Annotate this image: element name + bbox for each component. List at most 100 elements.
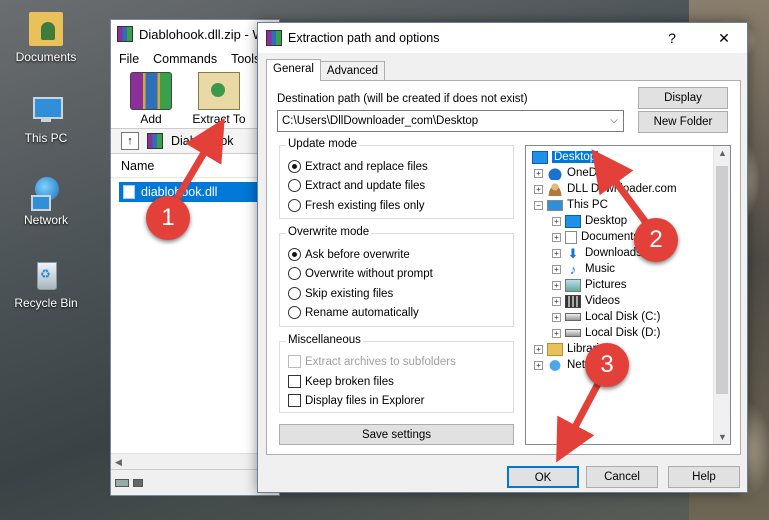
chevron-down-icon[interactable]: ⌵ xyxy=(605,111,623,131)
expand-icon[interactable]: + xyxy=(552,328,561,338)
cancel-button[interactable]: Cancel xyxy=(586,466,658,488)
tab-general[interactable]: General xyxy=(266,59,321,81)
tree-node-this-pc[interactable]: − This PC xyxy=(534,197,608,213)
desktop-icon-network[interactable]: Network xyxy=(8,175,84,227)
radio-selected-icon xyxy=(288,160,301,173)
winrar-pathbar: ↑ Diablohook xyxy=(111,128,279,154)
option-label: Skip existing files xyxy=(305,287,394,300)
menu-tools[interactable]: Tools xyxy=(231,52,260,66)
drive-icon xyxy=(115,478,129,487)
tree-node-desktop-root[interactable]: Desktop xyxy=(532,149,599,165)
step-badge-3: 3 xyxy=(585,343,629,387)
desktop-icon-label: Recycle Bin xyxy=(14,296,78,310)
radio-skip-existing[interactable]: Skip existing files xyxy=(288,287,393,300)
tree-node-videos[interactable]: + Videos xyxy=(552,293,620,309)
expand-icon[interactable]: + xyxy=(552,312,561,322)
display-button[interactable]: Display xyxy=(638,87,728,109)
update-mode-group: Update mode Extract and replace files Ex… xyxy=(279,138,514,219)
tab-advanced[interactable]: Advanced xyxy=(319,61,386,81)
ok-button[interactable]: OK xyxy=(507,466,579,488)
file-row-selected[interactable]: diablohook.dll xyxy=(119,182,279,202)
column-header-name[interactable]: Name xyxy=(111,154,279,178)
winrar-window[interactable]: Diablohook.dll.zip - W File Commands Too… xyxy=(110,19,280,496)
desktop-icon-label: Network xyxy=(23,213,68,227)
option-label: Rename automatically xyxy=(305,306,419,319)
checkbox-keep-broken[interactable]: Keep broken files xyxy=(288,375,394,388)
downloads-arrow-icon: ⬇ xyxy=(567,245,579,261)
menu-commands[interactable]: Commands xyxy=(153,52,217,66)
scroll-down-icon[interactable]: ▼ xyxy=(714,432,730,442)
collapse-icon[interactable]: − xyxy=(534,200,543,210)
tree-node-label: Local Disk (C:) xyxy=(585,311,661,323)
radio-icon xyxy=(288,267,301,280)
expand-icon[interactable]: + xyxy=(534,168,543,178)
radio-overwrite-without-prompt[interactable]: Overwrite without prompt xyxy=(288,267,433,280)
expand-icon[interactable]: + xyxy=(534,344,543,354)
tree-node-user[interactable]: + DLL Downloader.com xyxy=(534,181,677,197)
folder-tree[interactable]: Desktop + OneD + DLL Downloader.com − Th… xyxy=(525,145,731,445)
radio-selected-icon xyxy=(288,248,301,261)
radio-ask-before[interactable]: Ask before overwrite xyxy=(288,248,410,261)
dialog-titlebar[interactable]: Extraction path and options ? ✕ xyxy=(258,23,747,53)
desktop-folder-icon xyxy=(565,214,581,228)
radio-extract-update[interactable]: Extract and update files xyxy=(288,179,425,192)
help-button[interactable]: Help xyxy=(668,466,740,488)
radio-extract-replace[interactable]: Extract and replace files xyxy=(288,160,428,173)
documents-user-icon xyxy=(29,12,63,46)
tree-node-local-disk-d[interactable]: + Local Disk (D:) xyxy=(552,325,660,341)
onedrive-cloud-icon xyxy=(547,166,563,180)
step-badge-2: 2 xyxy=(634,218,678,262)
radio-fresh-existing[interactable]: Fresh existing files only xyxy=(288,199,425,212)
close-icon[interactable]: ✕ xyxy=(701,23,747,53)
expand-icon[interactable]: + xyxy=(552,216,561,226)
destination-path-input[interactable]: C:\Users\DllDownloader_com\Desktop ⌵ xyxy=(277,110,624,132)
extract-to-icon xyxy=(198,72,240,110)
radio-icon xyxy=(288,199,301,212)
expand-icon[interactable]: + xyxy=(534,184,543,194)
expand-icon[interactable]: + xyxy=(552,296,561,306)
expand-icon[interactable]: + xyxy=(552,232,561,242)
tree-node-onedrive[interactable]: + OneD xyxy=(534,165,597,181)
add-button[interactable]: Add xyxy=(123,72,179,128)
extract-to-label: Extract To xyxy=(192,112,246,126)
checkbox-extract-subfolders[interactable]: Extract archives to subfolders xyxy=(288,355,456,368)
expand-icon[interactable]: + xyxy=(534,360,543,370)
expand-icon[interactable]: + xyxy=(552,280,561,290)
help-title-button[interactable]: ? xyxy=(649,23,695,53)
radio-rename-automatically[interactable]: Rename automatically xyxy=(288,306,419,319)
save-settings-button[interactable]: Save settings xyxy=(279,424,514,445)
desktop-icon-documents[interactable]: Documents xyxy=(8,12,84,64)
extract-to-button[interactable]: Extract To xyxy=(191,72,247,128)
expand-icon[interactable]: + xyxy=(552,264,561,274)
tree-node-pictures[interactable]: + Pictures xyxy=(552,277,627,293)
winrar-titlebar[interactable]: Diablohook.dll.zip - W xyxy=(111,20,279,48)
tree-node-local-disk-c[interactable]: + Local Disk (C:) xyxy=(552,309,660,325)
network-icon xyxy=(29,175,63,211)
menu-file[interactable]: File xyxy=(119,52,139,66)
tree-vertical-scrollbar[interactable]: ▲ ▼ xyxy=(713,146,730,444)
scroll-up-icon[interactable]: ▲ xyxy=(714,148,730,158)
recycle-bin-icon xyxy=(29,258,63,292)
tree-node-music[interactable]: + ♪ Music xyxy=(552,261,615,277)
archive-icon xyxy=(147,133,163,149)
music-note-icon: ♪ xyxy=(569,261,577,277)
desktop-icon-label: Documents xyxy=(15,50,77,64)
hard-drive-icon xyxy=(565,329,581,337)
tree-node-downloads[interactable]: + ⬇ Downloads xyxy=(552,245,642,261)
extraction-dialog[interactable]: Extraction path and options ? ✕ General … xyxy=(257,22,748,493)
desktop-icon-recycle-bin[interactable]: Recycle Bin xyxy=(8,258,84,310)
archive-path: Diablohook xyxy=(171,134,234,148)
checkbox-icon xyxy=(288,394,301,407)
option-label: Display files in Explorer xyxy=(305,394,425,407)
up-folder-icon[interactable]: ↑ xyxy=(121,132,139,150)
scrollbar-thumb[interactable] xyxy=(716,166,728,394)
column-name-label: Name xyxy=(121,158,155,173)
tree-node-pc-desktop[interactable]: + Desktop xyxy=(552,213,627,229)
tree-node-documents[interactable]: + Documents xyxy=(552,229,639,245)
desktop-icon-this-pc[interactable]: This PC xyxy=(8,93,84,145)
option-label: Extract archives to subfolders xyxy=(305,355,456,368)
new-folder-button[interactable]: New Folder xyxy=(638,111,728,133)
horizontal-scrollbar[interactable]: ◀ xyxy=(111,453,279,469)
expand-icon[interactable]: + xyxy=(552,248,561,258)
checkbox-display-explorer[interactable]: Display files in Explorer xyxy=(288,394,425,407)
